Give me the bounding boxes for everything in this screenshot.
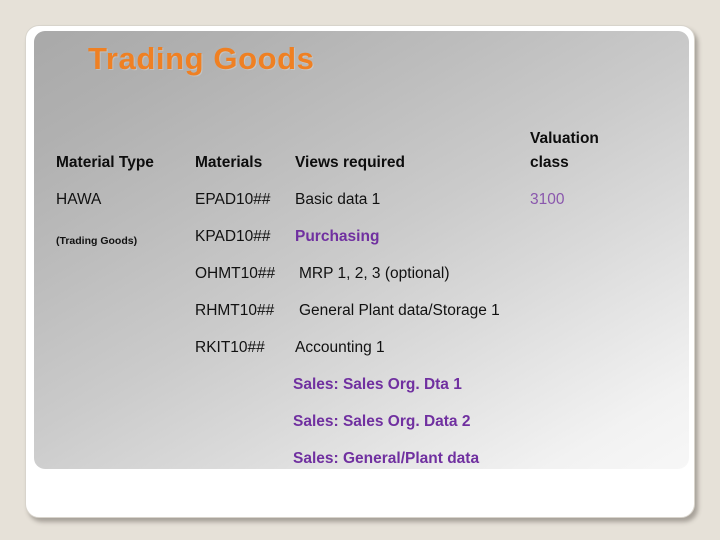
sales-view-2: Sales: General/Plant data — [293, 450, 480, 467]
sales-view-0: Sales: Sales Org. Dta 1 — [293, 376, 462, 393]
valuation-class-value: 3100 — [530, 191, 565, 208]
table-row-material-3: RHMT10## — [195, 302, 275, 319]
slide-card: Trading Goods Material Type Materials Vi… — [25, 25, 695, 518]
material-type-description: (Trading Goods) — [56, 235, 138, 247]
column-header-materials: Materials — [195, 154, 263, 171]
table-row-material-4: RKIT10## — [195, 339, 265, 356]
table-row-material-1: KPAD10## — [195, 228, 271, 245]
content-panel: Trading Goods Material Type Materials Vi… — [34, 31, 689, 469]
table-row-material-0: EPAD10## — [195, 191, 271, 208]
table-row-view-3: General Plant data/Storage 1 — [299, 302, 500, 319]
column-header-views-required: Views required — [295, 154, 405, 171]
material-type-code: HAWA — [56, 191, 102, 208]
table-row-material-2: OHMT10## — [195, 265, 276, 282]
column-header-material-type: Material Type — [56, 154, 154, 171]
table-row-view-4: Accounting 1 — [295, 339, 385, 356]
column-header-valuation-class-line1: Valuation — [530, 130, 599, 147]
page-title: Trading Goods — [88, 41, 315, 76]
table-row-view-2: MRP 1, 2, 3 (optional) — [299, 265, 450, 282]
table-row-view-1: Purchasing — [295, 228, 380, 245]
sales-view-1: Sales: Sales Org. Data 2 — [293, 413, 471, 430]
table-row-view-0: Basic data 1 — [295, 191, 381, 208]
column-header-valuation-class-line2: class — [530, 154, 569, 171]
